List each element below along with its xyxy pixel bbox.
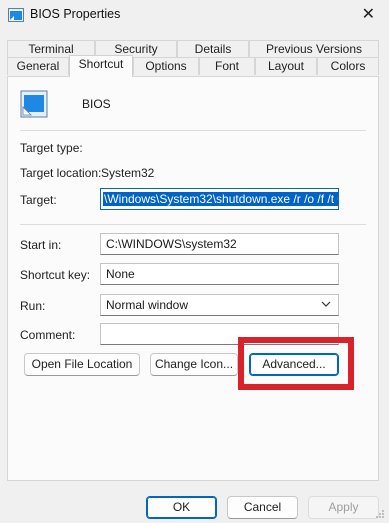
tab-options[interactable]: Options bbox=[133, 57, 199, 75]
chevron-down-icon bbox=[321, 301, 331, 307]
change-icon-button[interactable]: Change Icon... bbox=[150, 353, 238, 376]
start-in-field[interactable]: C:\WINDOWS\system32 bbox=[100, 233, 339, 255]
highlight-box bbox=[238, 337, 354, 390]
open-file-location-button[interactable]: Open File Location bbox=[24, 353, 140, 376]
target-value: \Windows\System32\shutdown.exe /r /o /f … bbox=[103, 192, 338, 206]
tab-previous-versions[interactable]: Previous Versions bbox=[249, 40, 379, 58]
cancel-button[interactable]: Cancel bbox=[227, 496, 298, 519]
comment-label: Comment: bbox=[20, 328, 76, 342]
tab-colors[interactable]: Colors bbox=[317, 57, 379, 75]
tab-general[interactable]: General bbox=[7, 57, 69, 75]
window-title: BIOS Properties bbox=[30, 7, 121, 21]
target-location-value: System32 bbox=[101, 166, 155, 180]
shortcut-key-label: Shortcut key: bbox=[20, 268, 91, 282]
shortcut-key-field[interactable]: None bbox=[100, 263, 339, 285]
shortcut-app-icon bbox=[8, 8, 24, 22]
tab-layout[interactable]: Layout bbox=[255, 57, 317, 75]
run-select[interactable]: Normal window bbox=[100, 294, 339, 316]
target-type-label: Target type: bbox=[20, 141, 83, 155]
divider bbox=[20, 224, 366, 225]
tab-shortcut[interactable]: Shortcut bbox=[69, 55, 133, 77]
ok-button[interactable]: OK bbox=[146, 496, 217, 519]
title-bar: BIOS Properties ✕ bbox=[0, 0, 389, 30]
target-label: Target: bbox=[20, 193, 57, 207]
target-location-label: Target location: bbox=[20, 166, 102, 180]
resize-grip-icon[interactable] bbox=[375, 509, 385, 519]
shortcut-name: BIOS bbox=[82, 97, 111, 111]
run-select-value: Normal window bbox=[106, 298, 189, 312]
shortcut-app-icon bbox=[20, 90, 48, 118]
target-field[interactable]: \Windows\System32\shutdown.exe /r /o /f … bbox=[100, 188, 339, 210]
apply-button[interactable]: Apply bbox=[308, 496, 379, 519]
run-label: Run: bbox=[20, 299, 46, 313]
tab-font[interactable]: Font bbox=[199, 57, 255, 75]
tab-details[interactable]: Details bbox=[177, 40, 249, 58]
start-in-label: Start in: bbox=[20, 238, 62, 252]
divider bbox=[20, 130, 366, 131]
close-icon[interactable]: ✕ bbox=[362, 7, 375, 23]
